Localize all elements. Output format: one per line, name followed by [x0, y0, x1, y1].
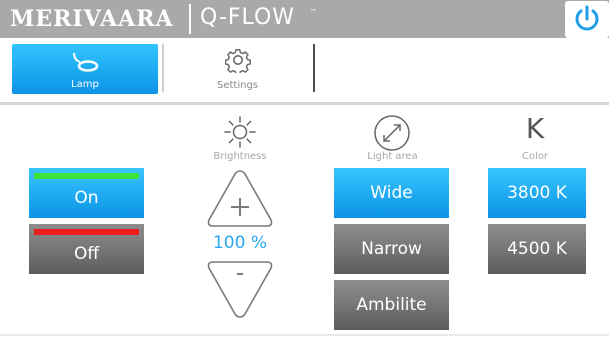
tab-divider [313, 44, 315, 92]
brand-divider [189, 4, 191, 34]
wide-button[interactable]: Wide [334, 168, 449, 218]
power-button[interactable] [565, 1, 609, 38]
kelvin-icon: K [525, 112, 545, 145]
off-button-label: Off [73, 244, 100, 264]
brand-logo: MERIVAARA [10, 6, 174, 32]
on-button-label: On [74, 188, 99, 208]
bottom-divider [0, 334, 609, 336]
power-icon [575, 5, 599, 31]
color-3800-button[interactable]: 3800 K [488, 168, 586, 218]
light-area-label: Light area [367, 151, 418, 162]
gear-icon [225, 49, 251, 73]
color-label: Color [521, 151, 549, 162]
tab-lamp-label: Lamp [71, 79, 99, 90]
tab-divider [162, 44, 164, 92]
lamp-icon [73, 52, 99, 72]
brightness-down-button[interactable] [205, 258, 275, 320]
tab-settings-label: Settings [216, 80, 258, 91]
brightness-value: 100 % [212, 233, 267, 253]
product-name: Q-FLOW [200, 5, 296, 30]
trademark-mark: ™ [310, 8, 317, 16]
color-4500-button[interactable]: 4500 K [488, 224, 586, 274]
brightness-label: Brightness [213, 151, 267, 162]
ambilite-button[interactable]: Ambilite [334, 280, 449, 330]
sun-icon [224, 116, 256, 148]
brightness-up-button[interactable] [205, 168, 275, 230]
expand-diagonal-icon [374, 115, 410, 151]
narrow-button[interactable]: Narrow [334, 224, 449, 274]
on-indicator [34, 173, 139, 179]
off-indicator [34, 229, 139, 235]
